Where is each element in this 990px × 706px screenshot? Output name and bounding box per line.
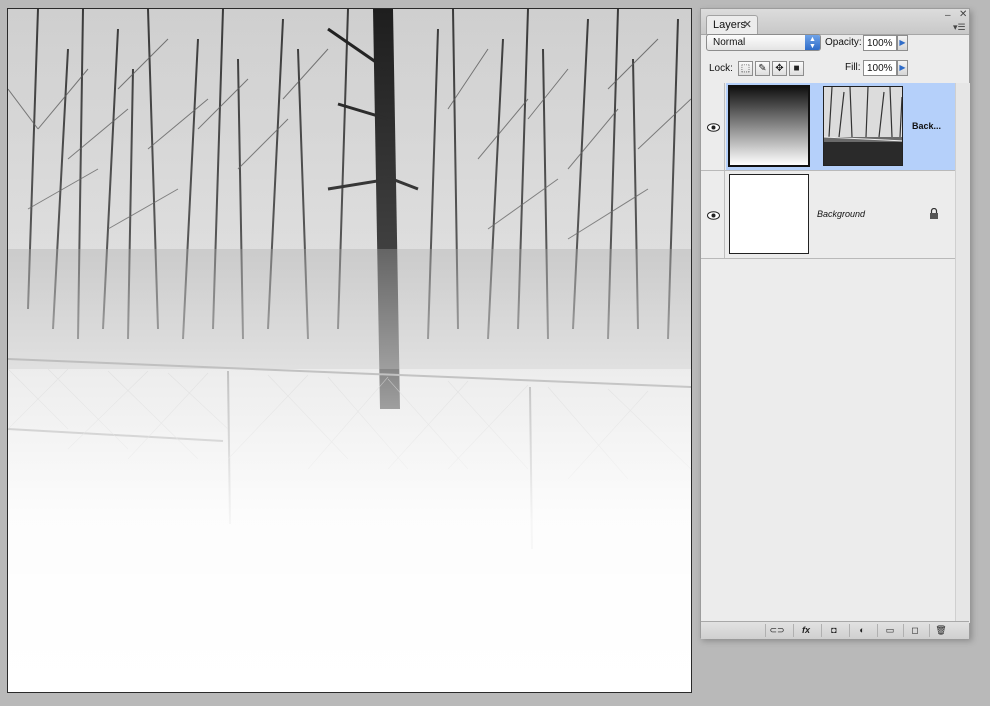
mask-preview-image <box>824 87 902 165</box>
layer-row-background[interactable]: Background <box>701 171 955 259</box>
layer-name[interactable]: Back... <box>912 121 941 131</box>
tab-layers[interactable]: Layers ✕ <box>706 15 758 34</box>
layer-thumbnail[interactable] <box>728 85 810 167</box>
adjustment-layer-icon[interactable]: ◐ <box>849 624 874 637</box>
layers-panel: Layers ✕ ‒ ✕ ▾☰ Normal ▲ ▼ Opacity: 100% … <box>700 8 970 639</box>
lock-all-icon[interactable]: ■ <box>789 61 804 76</box>
fill-input[interactable]: 100% <box>863 60 897 76</box>
panel-titlebar[interactable]: Layers ✕ ‒ ✕ ▾☰ <box>701 9 969 35</box>
visibility-cell[interactable] <box>701 83 725 170</box>
opacity-label: Opacity: <box>825 37 862 48</box>
lock-label: Lock: <box>709 63 733 74</box>
lock-icon <box>930 208 938 219</box>
fill-label: Fill: <box>845 62 861 73</box>
eye-icon[interactable] <box>707 123 720 132</box>
panel-menu-icon[interactable]: ▾☰ <box>953 22 966 32</box>
snowy-woods-image <box>8 9 691 692</box>
lock-transparent-icon[interactable]: ⬚ <box>738 61 753 76</box>
fill-slider-button[interactable]: ▶ <box>897 60 908 76</box>
document-canvas[interactable] <box>7 8 692 693</box>
lock-row: Lock: ⬚ ✎ ✥ ■ Fill: 100% ▶ <box>701 57 969 84</box>
minimize-icon[interactable]: ‒ <box>945 11 951 21</box>
tab-layers-label: Layers <box>713 19 747 31</box>
layers-bottom-bar: ⊂⊃ fx ◘ ◐ ▭ ◻ 🗑 <box>701 621 969 639</box>
layers-list: Back... Background <box>701 83 955 623</box>
layer-mask-thumbnail[interactable] <box>823 86 903 166</box>
blend-mode-select[interactable]: Normal ▲ ▼ <box>706 34 821 51</box>
layer-name[interactable]: Background <box>817 209 865 219</box>
select-arrows-icon: ▲ ▼ <box>805 35 820 50</box>
fx-icon[interactable]: fx <box>793 624 818 637</box>
layers-scrollbar[interactable] <box>955 83 970 623</box>
tab-close-icon[interactable]: ✕ <box>743 18 752 31</box>
layer-row-back[interactable]: Back... <box>701 83 955 171</box>
lock-position-icon[interactable]: ✥ <box>772 61 787 76</box>
visibility-cell[interactable] <box>701 171 725 258</box>
opacity-slider-button[interactable]: ▶ <box>897 35 908 51</box>
lock-image-icon[interactable]: ✎ <box>755 61 770 76</box>
add-mask-icon[interactable]: ◘ <box>821 624 846 637</box>
trash-icon[interactable]: 🗑 <box>929 624 952 637</box>
blend-mode-value: Normal <box>713 37 746 48</box>
close-icon[interactable]: ✕ <box>959 10 967 20</box>
layer-thumbnail[interactable] <box>729 174 809 254</box>
link-layers-icon[interactable]: ⊂⊃ <box>765 624 788 637</box>
new-layer-icon[interactable]: ◻ <box>903 624 926 637</box>
eye-icon[interactable] <box>707 211 720 220</box>
new-group-icon[interactable]: ▭ <box>877 624 902 637</box>
opacity-input[interactable]: 100% <box>863 35 897 51</box>
